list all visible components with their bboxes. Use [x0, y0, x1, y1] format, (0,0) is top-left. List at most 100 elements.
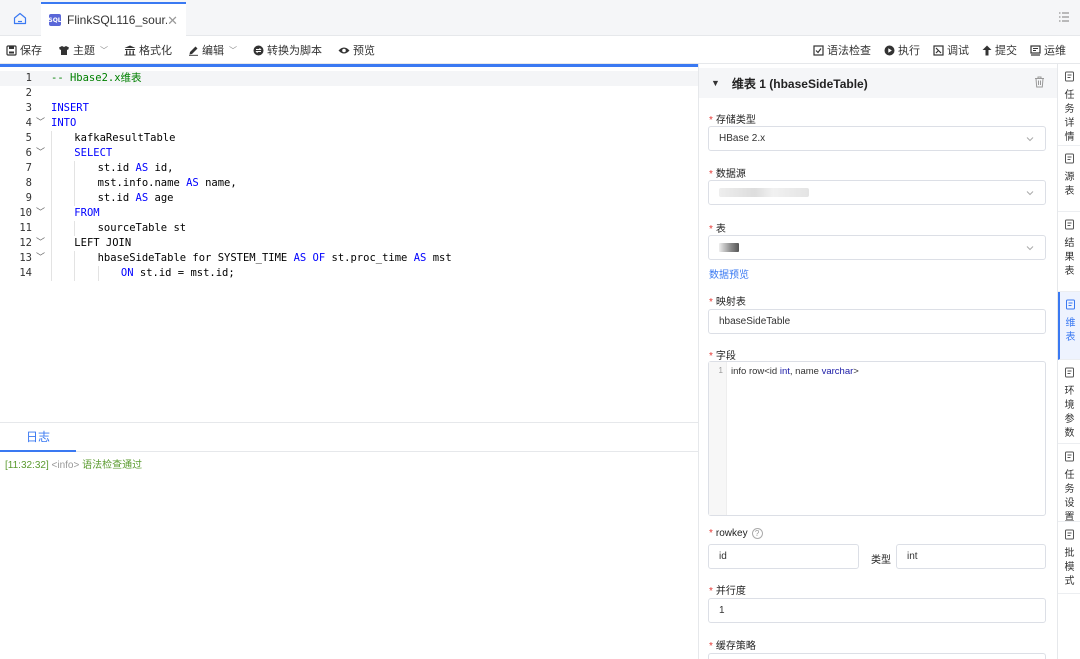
side-tab-result-table[interactable]: 结果表: [1058, 212, 1080, 292]
code-line[interactable]: 5 kafkaResultTable: [0, 131, 698, 146]
fields-label: * 字段: [709, 351, 736, 362]
cache-strategy-label: * 缓存策略: [709, 641, 756, 652]
chevron-down-icon: ﹀: [100, 45, 108, 55]
format-button[interactable]: 格式化: [124, 42, 172, 58]
editor-toolbar: 保存 主题 ﹀ 格式化 编辑 ﹀ 转换为脚本 预览 语法检查 执行 调试 提交 …: [0, 36, 1080, 64]
parallelism-input[interactable]: 1: [708, 598, 1046, 623]
table-select[interactable]: [708, 235, 1046, 260]
fold-chevron-icon[interactable]: ﹀: [36, 116, 45, 131]
line-number: 4: [25, 117, 32, 129]
side-tab-batch-mode[interactable]: 批模式: [1058, 522, 1080, 594]
submit-button[interactable]: 提交: [982, 42, 1017, 58]
fields-code-text: info row<id int, name varchar>: [731, 366, 859, 377]
code-line[interactable]: 7 st.id AS id,: [0, 161, 698, 176]
side-tab-label: 任务详情: [1064, 90, 1075, 143]
preview-button[interactable]: 预览: [338, 42, 375, 58]
debug-icon: [933, 44, 944, 56]
file-tab[interactable]: SQL FlinkSQL116_sour... ✕: [41, 2, 186, 36]
syntax-check-button[interactable]: 语法检查: [813, 42, 871, 58]
redacted-table-value: [719, 243, 739, 252]
datasource-select[interactable]: [708, 180, 1046, 205]
convert-to-script-button[interactable]: 转换为脚本: [253, 42, 322, 58]
rowkey-input[interactable]: id: [708, 544, 859, 569]
storage-type-select[interactable]: HBase 2.x: [708, 126, 1046, 151]
home-icon: [13, 12, 27, 24]
side-tab-label: 源表: [1064, 172, 1075, 197]
code-line[interactable]: 2: [0, 86, 698, 101]
chevron-down-icon: ﹀: [229, 45, 237, 55]
indent-guide: [74, 176, 76, 191]
file-tab-label: FlinkSQL116_sour...: [67, 13, 167, 27]
close-tab-icon[interactable]: ✕: [167, 13, 178, 29]
mapping-table-label: * 映射表: [709, 297, 746, 308]
side-tab-label: 结果表: [1064, 238, 1075, 277]
side-tab-env-params[interactable]: 环境参数: [1058, 360, 1080, 444]
indent-guide: [51, 206, 52, 221]
side-tab-task-settings[interactable]: 任务设置: [1058, 444, 1080, 523]
chevron-down-icon: [1026, 191, 1034, 196]
code-text: hbaseSideTable for SYSTEM_TIME AS OF st.…: [97, 252, 452, 264]
parallelism-label: * 并行度: [709, 586, 746, 597]
cache-strategy-select[interactable]: [708, 653, 1046, 659]
code-line[interactable]: 6 ﹀ SELECT: [0, 146, 698, 161]
code-line[interactable]: 3 INSERT: [0, 101, 698, 116]
code-line[interactable]: 11 sourceTable st: [0, 221, 698, 236]
fold-chevron-icon[interactable]: ﹀: [36, 206, 45, 221]
indent-guide: [51, 191, 52, 206]
fields-gutter: [709, 362, 727, 515]
run-button[interactable]: 执行: [884, 42, 920, 58]
fields-code-editor[interactable]: 1 info row<id int, name varchar>: [708, 361, 1046, 516]
fold-chevron-icon[interactable]: ﹀: [36, 236, 45, 251]
ops-button[interactable]: 运维: [1030, 42, 1066, 58]
code-line[interactable]: 12 ﹀ LEFT JOIN: [0, 236, 698, 251]
tab-list-menu-icon[interactable]: [1058, 11, 1070, 26]
line-number: 12: [19, 237, 32, 249]
line-number: 3: [25, 102, 32, 114]
line-number: 6: [25, 147, 32, 159]
side-tab-label: 环境参数: [1064, 386, 1075, 439]
code-line[interactable]: 1 -- Hbase2.x维表: [0, 71, 698, 86]
section-title: 维表 1 (hbaseSideTable): [731, 76, 868, 91]
dimension-table-section-header[interactable]: ▼ 维表 1 (hbaseSideTable): [699, 68, 1057, 98]
fold-chevron-icon[interactable]: ﹀: [36, 251, 45, 266]
side-tab-label: 任务设置: [1064, 470, 1075, 523]
code-text: sourceTable st: [97, 222, 187, 234]
help-icon[interactable]: ?: [751, 528, 763, 539]
code-text: INTO: [51, 117, 77, 129]
code-line[interactable]: 9 st.id AS age: [0, 191, 698, 206]
side-tab-dimension-table[interactable]: 维表: [1058, 292, 1080, 360]
code-line[interactable]: 10 ﹀ FROM: [0, 206, 698, 221]
dimension-table-config-panel: ▼ 维表 1 (hbaseSideTable) * 存储类型 HBase 2.x …: [699, 64, 1057, 659]
indent-guide: [51, 221, 52, 236]
debug-button[interactable]: 调试: [933, 42, 969, 58]
home-button[interactable]: [0, 0, 40, 36]
fold-chevron-icon[interactable]: ﹀: [36, 146, 45, 161]
indent-guide: [97, 266, 99, 281]
code-line[interactable]: 13 ﹀ hbaseSideTable for SYSTEM_TIME AS OF …: [0, 251, 698, 266]
code-line[interactable]: 4 ﹀ INTO: [0, 116, 698, 131]
collapse-caret-icon[interactable]: ▼: [711, 78, 720, 88]
side-tab-task-detail[interactable]: 任务详情: [1058, 64, 1080, 146]
line-number: 1: [25, 72, 32, 84]
line-number: 7: [25, 162, 32, 174]
tab-log[interactable]: 日志: [0, 423, 76, 452]
save-button[interactable]: 保存: [6, 42, 42, 58]
code-line[interactable]: 8 mst.info.name AS name,: [0, 176, 698, 191]
mapping-table-input[interactable]: hbaseSideTable: [708, 309, 1046, 334]
side-tab-source-table[interactable]: 源表: [1058, 146, 1080, 212]
code-text: kafkaResultTable: [74, 132, 176, 144]
env-params-icon: [1064, 367, 1075, 381]
sql-file-icon: SQL: [48, 14, 62, 26]
indent-guide: [51, 236, 52, 251]
rowkey-label: * rowkey?: [709, 528, 763, 539]
sql-code-editor[interactable]: 1 -- Hbase2.x维表 2 3 INSERT 4 ﹀ INTO 5 kafkaResult…: [0, 64, 698, 422]
edit-dropdown[interactable]: 编辑 ﹀: [188, 42, 237, 58]
rowkey-type-input[interactable]: int: [896, 544, 1046, 569]
data-preview-link[interactable]: 数据预览: [709, 266, 749, 281]
code-line[interactable]: 14 ON st.id = mst.id;: [0, 266, 698, 281]
dimension-table-icon: [1065, 299, 1076, 313]
preview-icon: [338, 47, 350, 53]
theme-dropdown[interactable]: 主题 ﹀: [58, 42, 108, 58]
line-number: 5: [25, 132, 32, 144]
delete-icon[interactable]: [1034, 76, 1045, 91]
